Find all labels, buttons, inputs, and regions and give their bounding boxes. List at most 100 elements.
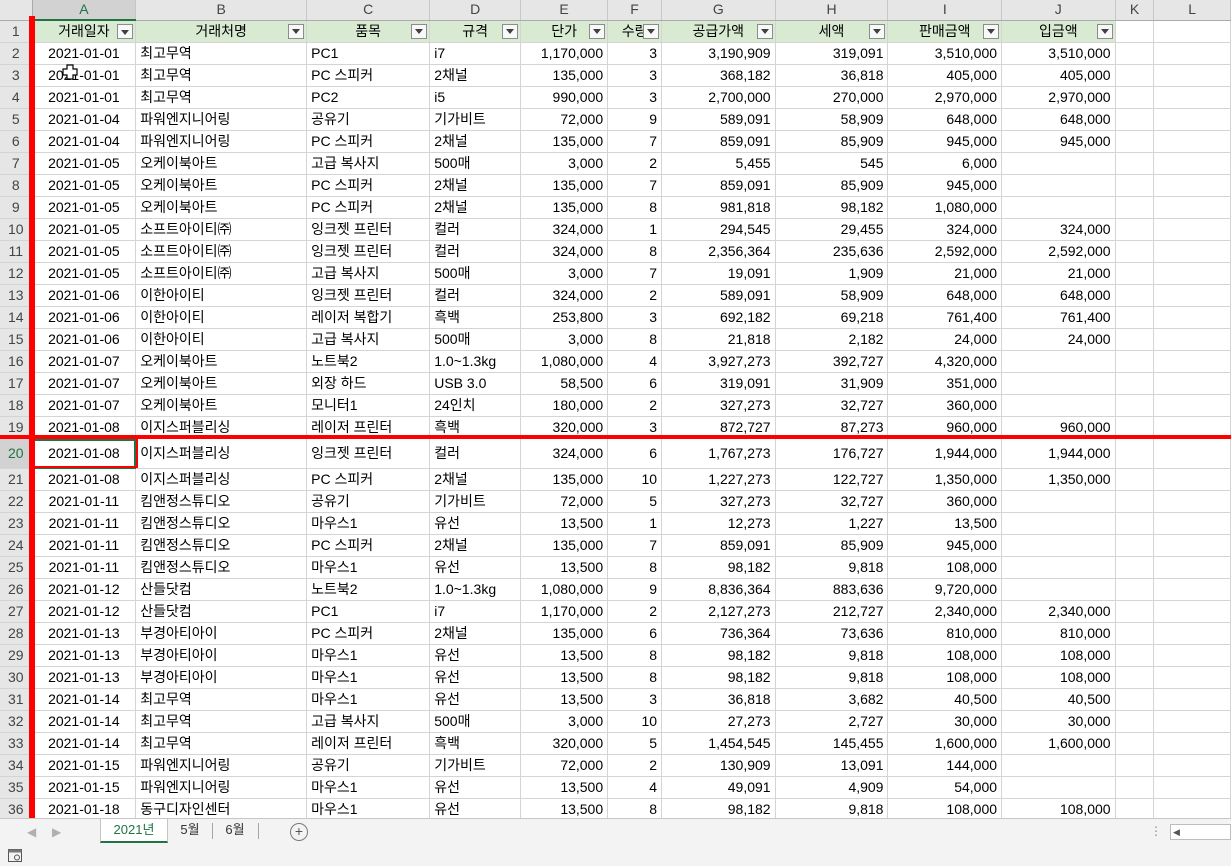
data-cell[interactable]: 1,080,000: [520, 578, 609, 601]
data-cell[interactable]: 1.0~1.3kg: [429, 350, 522, 373]
data-cell[interactable]: 2021-01-06: [32, 284, 137, 307]
data-cell[interactable]: 파워엔지니어링: [135, 130, 308, 153]
data-cell[interactable]: 85,909: [775, 130, 889, 153]
data-cell[interactable]: 잉크젯 프린터: [306, 218, 431, 241]
data-cell[interactable]: 2,592,000: [887, 240, 1003, 263]
data-cell[interactable]: 2채널: [429, 130, 522, 153]
empty-cell[interactable]: [1115, 218, 1155, 241]
data-cell[interactable]: 122,727: [775, 468, 889, 491]
data-cell[interactable]: 킴앤정스튜디오: [135, 534, 308, 557]
empty-cell[interactable]: [1153, 394, 1231, 417]
data-cell[interactable]: 모니터1: [306, 394, 431, 417]
empty-cell[interactable]: [1153, 416, 1231, 439]
data-cell[interactable]: 85,909: [775, 174, 889, 197]
data-cell[interactable]: 21,000: [887, 262, 1003, 285]
data-cell[interactable]: 13,500: [520, 798, 609, 818]
data-cell[interactable]: 기가비트: [429, 490, 522, 513]
data-cell[interactable]: 2021-01-05: [32, 262, 137, 285]
empty-cell[interactable]: [1153, 688, 1231, 711]
data-cell[interactable]: 1,600,000: [887, 732, 1003, 755]
data-cell[interactable]: 레이저 복합기: [306, 306, 431, 329]
data-cell[interactable]: 킴앤정스튜디오: [135, 490, 308, 513]
data-cell[interactable]: 8: [607, 556, 663, 579]
data-cell[interactable]: 24인치: [429, 394, 522, 417]
data-cell[interactable]: 2021-01-04: [32, 130, 137, 153]
data-cell[interactable]: 9,818: [775, 666, 889, 689]
data-cell[interactable]: 7: [607, 262, 663, 285]
data-cell[interactable]: 2채널: [429, 196, 522, 219]
data-cell[interactable]: [1001, 556, 1116, 579]
data-cell[interactable]: 마우스1: [306, 556, 431, 579]
data-cell[interactable]: 32,727: [775, 394, 889, 417]
data-cell[interactable]: [1001, 490, 1116, 513]
data-cell[interactable]: 2021-01-15: [32, 754, 137, 777]
filter-dropdown-icon[interactable]: [1096, 23, 1113, 39]
data-cell[interactable]: 13,500: [520, 688, 609, 711]
header-cell[interactable]: 입금액: [1001, 20, 1116, 43]
row-header[interactable]: 12: [0, 262, 33, 285]
data-cell[interactable]: 3,000: [520, 710, 609, 733]
data-cell[interactable]: 유선: [429, 798, 522, 818]
data-cell[interactable]: 108,000: [887, 666, 1003, 689]
filter-dropdown-icon[interactable]: [589, 23, 606, 39]
data-cell[interactable]: 3,190,909: [661, 42, 776, 65]
data-cell[interactable]: 이지스퍼블리싱: [135, 468, 308, 491]
empty-cell[interactable]: [1153, 490, 1231, 513]
data-cell[interactable]: 3,510,000: [887, 42, 1003, 65]
data-cell[interactable]: [1001, 534, 1116, 557]
data-cell[interactable]: 368,182: [661, 64, 776, 87]
data-cell[interactable]: 130,909: [661, 754, 776, 777]
data-cell[interactable]: 648,000: [1001, 284, 1116, 307]
data-cell[interactable]: 5: [607, 490, 663, 513]
data-cell[interactable]: 2021-01-13: [32, 644, 137, 667]
data-cell[interactable]: 945,000: [887, 130, 1003, 153]
empty-cell[interactable]: [1153, 776, 1231, 799]
data-cell[interactable]: 589,091: [661, 284, 776, 307]
row-header[interactable]: 20: [0, 438, 33, 469]
data-cell[interactable]: 49,091: [661, 776, 776, 799]
data-cell[interactable]: 2021-01-14: [32, 710, 137, 733]
empty-cell[interactable]: [1115, 86, 1155, 109]
empty-cell[interactable]: [1153, 42, 1231, 65]
row-header[interactable]: 21: [0, 468, 33, 491]
row-header[interactable]: 18: [0, 394, 33, 417]
data-cell[interactable]: 73,636: [775, 622, 889, 645]
data-cell[interactable]: PC2: [306, 86, 431, 109]
data-cell[interactable]: 13,500: [520, 512, 609, 535]
column-header-k[interactable]: K: [1115, 0, 1155, 21]
empty-cell[interactable]: [1153, 534, 1231, 557]
data-cell[interactable]: 30,000: [887, 710, 1003, 733]
data-cell[interactable]: 오케이북아트: [135, 394, 308, 417]
data-cell[interactable]: 253,800: [520, 306, 609, 329]
row-header[interactable]: 32: [0, 710, 33, 733]
empty-cell[interactable]: [1153, 218, 1231, 241]
data-cell[interactable]: 235,636: [775, 240, 889, 263]
row-header[interactable]: 23: [0, 512, 33, 535]
data-cell[interactable]: 981,818: [661, 196, 776, 219]
data-cell[interactable]: 12,273: [661, 512, 776, 535]
data-cell[interactable]: 2021-01-01: [32, 86, 137, 109]
empty-cell[interactable]: [1115, 438, 1155, 469]
empty-cell[interactable]: [1115, 130, 1155, 153]
data-cell[interactable]: 3: [607, 416, 663, 439]
row-header[interactable]: 16: [0, 350, 33, 373]
empty-cell[interactable]: [1153, 130, 1231, 153]
data-cell[interactable]: 유선: [429, 776, 522, 799]
data-cell[interactable]: 1.0~1.3kg: [429, 578, 522, 601]
data-cell[interactable]: 1: [607, 218, 663, 241]
worksheet-area[interactable]: ABCDEFGHIJKL 1 거래일자 거래처명 품목 규격 단가 수량 공급가액 세액 판매금액…: [0, 0, 1231, 818]
spreadsheet-grid[interactable]: ABCDEFGHIJKL 1 거래일자 거래처명 품목 규격 단가 수량 공급가액 세액 판매금액…: [0, 0, 1231, 818]
data-cell[interactable]: 2,127,273: [661, 600, 776, 623]
data-cell[interactable]: 4,909: [775, 776, 889, 799]
scroll-left-arrow-icon[interactable]: ◀: [1173, 827, 1180, 838]
row-header[interactable]: 19: [0, 416, 33, 439]
data-cell[interactable]: 이한아이티: [135, 328, 308, 351]
empty-cell[interactable]: [1153, 64, 1231, 87]
data-cell[interactable]: 108,000: [1001, 666, 1116, 689]
data-cell[interactable]: 2,340,000: [887, 600, 1003, 623]
data-cell[interactable]: 135,000: [520, 130, 609, 153]
data-cell[interactable]: 24,000: [887, 328, 1003, 351]
data-cell[interactable]: 360,000: [887, 490, 1003, 513]
data-cell[interactable]: 2,700,000: [661, 86, 776, 109]
data-cell[interactable]: i5: [429, 86, 522, 109]
